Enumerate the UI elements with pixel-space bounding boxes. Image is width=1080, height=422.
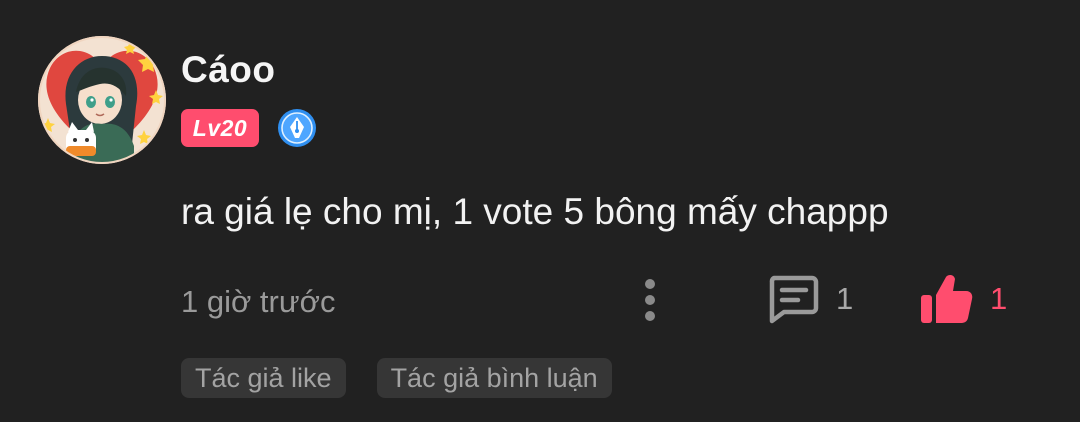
level-badge: Lv20 <box>181 109 259 147</box>
user-badges: Lv20 <box>181 108 317 148</box>
more-dot <box>645 295 655 305</box>
reply-count: 1 <box>836 281 854 316</box>
tag-author-like: Tác giả like <box>181 358 346 398</box>
more-dot <box>645 311 655 321</box>
comment-icon <box>769 275 819 324</box>
timestamp: 1 giờ trước <box>181 284 336 319</box>
more-vertical-icon[interactable] <box>634 276 666 324</box>
like-button[interactable]: 1 <box>918 272 1007 326</box>
more-dot <box>645 279 655 289</box>
reply-button[interactable]: 1 <box>766 272 853 326</box>
author-interaction-tags: Tác giả like Tác giả bình luận <box>181 358 643 398</box>
thumbs-up-icon <box>921 274 973 323</box>
tag-author-comment: Tác giả bình luận <box>376 358 612 398</box>
comment-item: Cáoo Lv20 ra giá lẹ cho mị, 1 vote 5 bôn… <box>0 0 1080 422</box>
like-count: 1 <box>990 281 1008 316</box>
username[interactable]: Cáoo <box>181 48 276 92</box>
avatar-image <box>38 36 166 164</box>
pen-nib-icon <box>278 109 316 147</box>
avatar[interactable] <box>36 34 168 166</box>
comment-text: ra giá lẹ cho mị, 1 vote 5 bông mấy chap… <box>181 191 889 232</box>
